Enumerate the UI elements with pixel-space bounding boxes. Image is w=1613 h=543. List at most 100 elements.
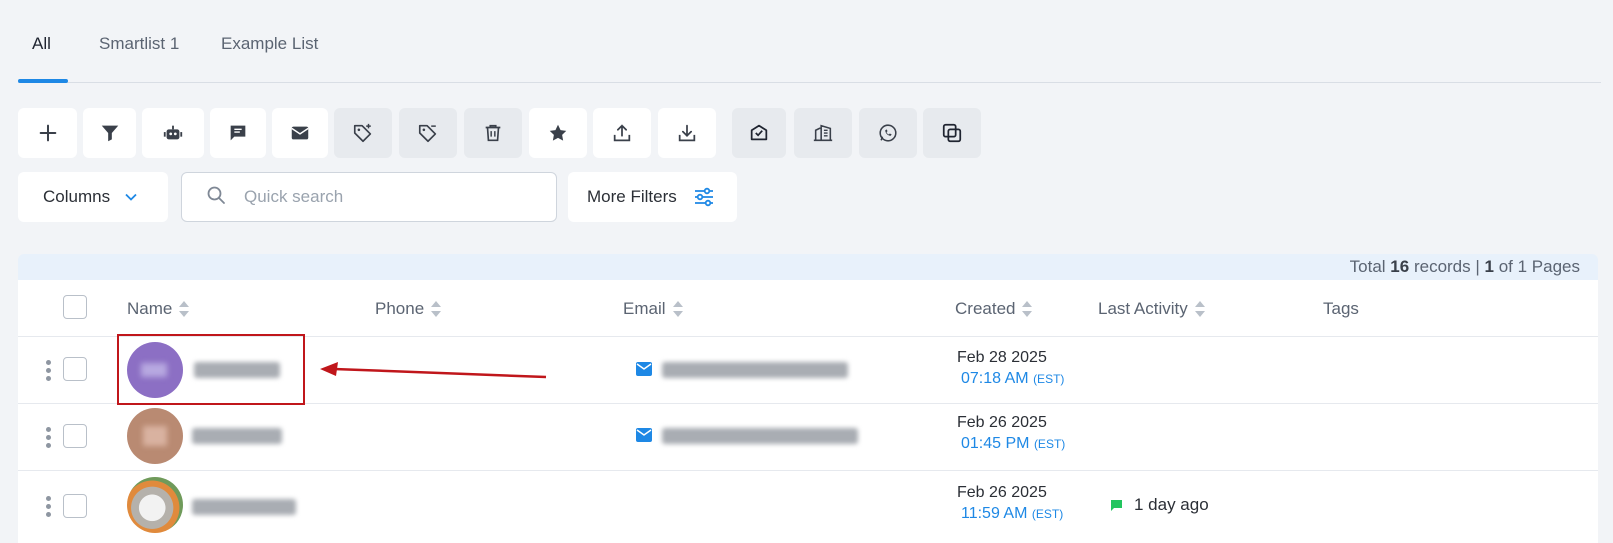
- sort-icon: [430, 300, 442, 318]
- column-header-tags-label: Tags: [1323, 299, 1359, 318]
- column-header-phone[interactable]: Phone: [375, 299, 442, 319]
- column-header-phone-label: Phone: [375, 299, 425, 318]
- merge-button[interactable]: [923, 108, 981, 158]
- star-icon: [549, 124, 567, 141]
- contacts-table: Name Phone Email Created Last Activity T…: [18, 280, 1598, 543]
- more-filters-button[interactable]: More Filters: [568, 172, 737, 222]
- contact-email-redacted[interactable]: [662, 428, 858, 444]
- column-header-last-activity-label: Last Activity: [1098, 299, 1188, 318]
- records-prefix: Total: [1349, 257, 1386, 276]
- column-header-email-label: Email: [623, 299, 666, 318]
- remove-tag-button[interactable]: [399, 108, 457, 158]
- mail-verify-icon: [750, 124, 768, 141]
- created-date: Feb 26 2025: [957, 484, 1047, 501]
- row-checkbox[interactable]: [63, 494, 87, 518]
- contact-email-redacted[interactable]: [662, 362, 848, 378]
- last-activity: 1 day ago: [1111, 495, 1209, 515]
- records-summary: Total 16 records | 1 of 1 Pages: [18, 254, 1598, 280]
- contact-name-redacted[interactable]: [192, 499, 296, 515]
- robot-icon: [163, 125, 183, 140]
- chat-icon: [230, 125, 246, 141]
- import-button[interactable]: [658, 108, 716, 158]
- sliders-icon: [693, 187, 715, 207]
- drag-handle-icon[interactable]: [46, 360, 52, 381]
- building-icon: [813, 124, 833, 142]
- more-filters-label: More Filters: [587, 187, 677, 206]
- sort-icon: [1194, 300, 1206, 318]
- drag-handle-icon[interactable]: [46, 427, 52, 448]
- created-time-value: 01:45 PM: [961, 435, 1030, 452]
- columns-label: Columns: [43, 187, 111, 206]
- created-time: 01:45 PM (EST): [961, 435, 1065, 453]
- row-checkbox[interactable]: [63, 424, 87, 448]
- tab-smartlist-1[interactable]: Smartlist 1: [99, 34, 179, 54]
- mail-icon: [636, 362, 652, 381]
- sort-icon: [1021, 300, 1033, 318]
- annotation-arrow: [320, 362, 547, 379]
- chevron-down-icon: [124, 192, 138, 202]
- quick-search: [181, 172, 557, 222]
- table-row[interactable]: Feb 26 2025 11:59 AM (EST) 1 day ago: [18, 470, 1598, 543]
- avatar[interactable]: [127, 477, 183, 533]
- column-header-name[interactable]: Name: [127, 299, 190, 319]
- column-header-name-label: Name: [127, 299, 173, 318]
- filter-button[interactable]: [83, 108, 136, 158]
- active-tab-underline: [18, 79, 68, 83]
- export-button[interactable]: [593, 108, 651, 158]
- table-header: Name Phone Email Created Last Activity T…: [18, 280, 1598, 337]
- filter-icon: [101, 125, 118, 142]
- tag-add-icon: [353, 123, 372, 143]
- send-sms-button[interactable]: [210, 108, 266, 158]
- records-middle: records |: [1413, 257, 1480, 276]
- created-date: Feb 26 2025: [957, 414, 1047, 431]
- download-icon: [678, 124, 696, 142]
- contact-name-redacted[interactable]: [192, 428, 282, 444]
- table-row[interactable]: Feb 26 2025 01:45 PM (EST): [18, 403, 1598, 471]
- upload-icon: [613, 124, 631, 142]
- sort-icon: [178, 300, 190, 318]
- send-email-button[interactable]: [272, 108, 328, 158]
- column-header-tags: Tags: [1323, 299, 1359, 319]
- columns-dropdown[interactable]: Columns: [18, 172, 168, 222]
- delete-button[interactable]: [464, 108, 522, 158]
- created-timezone: (EST): [1033, 437, 1066, 451]
- chat-icon: [1111, 499, 1122, 511]
- records-suffix: of 1 Pages: [1498, 257, 1580, 276]
- created-time-value: 07:18 AM: [961, 370, 1029, 387]
- created-timezone: (EST): [1033, 372, 1065, 386]
- tab-bar: All Smartlist 1 Example List: [18, 0, 1601, 83]
- add-tag-button[interactable]: [334, 108, 392, 158]
- select-all-checkbox[interactable]: [63, 295, 87, 319]
- tag-remove-icon: [418, 124, 437, 143]
- tab-all[interactable]: All: [32, 34, 51, 54]
- created-time: 11:59 AM (EST): [961, 505, 1063, 523]
- merge-icon: [942, 123, 962, 143]
- whatsapp-icon: [879, 124, 897, 142]
- column-header-email[interactable]: Email: [623, 299, 684, 319]
- whatsapp-button[interactable]: [859, 108, 917, 158]
- records-page: 1: [1484, 257, 1494, 276]
- mail-icon: [291, 126, 309, 140]
- mail-icon: [636, 428, 652, 447]
- last-activity-text: 1 day ago: [1134, 495, 1209, 514]
- verify-email-button[interactable]: [732, 108, 786, 158]
- star-button[interactable]: [529, 108, 587, 158]
- row-checkbox[interactable]: [63, 357, 87, 381]
- plus-icon: [39, 124, 56, 142]
- column-header-created-label: Created: [955, 299, 1016, 318]
- company-button[interactable]: [794, 108, 852, 158]
- annotation-highlight-box: [117, 334, 305, 405]
- automation-button[interactable]: [142, 108, 204, 158]
- drag-handle-icon[interactable]: [46, 496, 52, 517]
- add-contact-button[interactable]: [18, 108, 77, 158]
- tab-example-list[interactable]: Example List: [221, 34, 318, 54]
- column-header-last-activity[interactable]: Last Activity: [1098, 299, 1206, 319]
- trash-icon: [485, 124, 501, 142]
- avatar[interactable]: [127, 408, 183, 464]
- sort-icon: [672, 300, 684, 318]
- search-icon: [206, 185, 226, 210]
- column-header-created[interactable]: Created: [955, 299, 1033, 319]
- records-total: 16: [1390, 257, 1410, 276]
- created-time: 07:18 AM (EST): [961, 370, 1064, 388]
- search-input[interactable]: [242, 186, 526, 208]
